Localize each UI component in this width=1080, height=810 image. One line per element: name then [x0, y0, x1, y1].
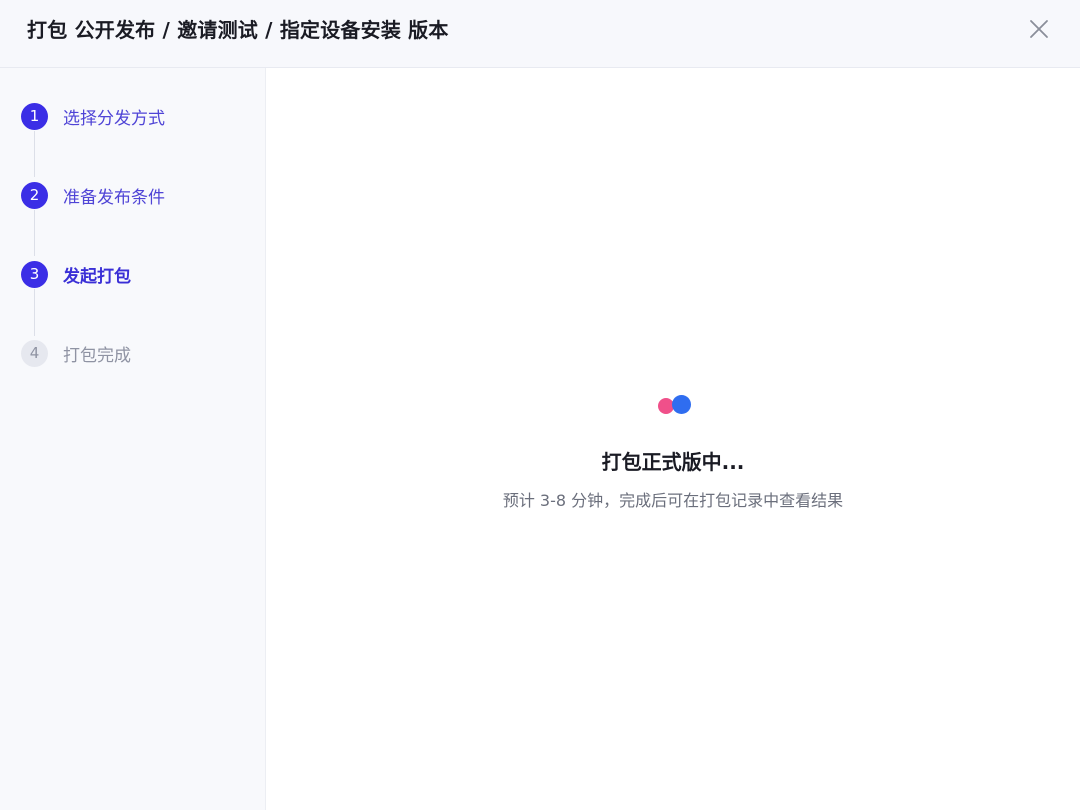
dialog-header: 打包 公开发布 / 邀请测试 / 指定设备安装 版本 [0, 0, 1080, 68]
packaging-dialog: 打包 公开发布 / 邀请测试 / 指定设备安装 版本 1 选择分发方式 2 准备… [0, 0, 1080, 810]
step-label: 选择分发方式 [63, 108, 165, 129]
dialog-title: 打包 公开发布 / 邀请测试 / 指定设备安装 版本 [27, 18, 449, 42]
close-button[interactable] [1026, 16, 1052, 42]
close-icon [1030, 20, 1048, 38]
step-number-badge: 4 [21, 339, 48, 367]
loading-dots-icon [656, 394, 696, 416]
steps-sidebar: 1 选择分发方式 2 准备发布条件 3 发起打包 4 打包完成 [0, 68, 266, 810]
step-label: 准备发布条件 [63, 187, 165, 208]
step-connector [34, 210, 35, 256]
step-item-prepare-conditions[interactable]: 2 准备发布条件 [21, 181, 165, 209]
step-label: 发起打包 [63, 266, 131, 287]
step-number-badge: 1 [21, 102, 48, 130]
step-item-select-distribution[interactable]: 1 选择分发方式 [21, 102, 165, 130]
step-connector [34, 131, 35, 177]
step-connector [34, 289, 35, 336]
step-item-start-packaging[interactable]: 3 发起打包 [21, 260, 131, 288]
main-content: 打包正式版中... 预计 3-8 分钟，完成后可在打包记录中查看结果 [266, 68, 1080, 810]
status-title: 打包正式版中... [601, 450, 745, 474]
step-item-packaging-complete: 4 打包完成 [21, 339, 131, 367]
status-subtitle: 预计 3-8 分钟，完成后可在打包记录中查看结果 [502, 491, 844, 510]
step-number-badge: 3 [21, 260, 48, 288]
loader-dot-blue [672, 395, 691, 414]
step-number-badge: 2 [21, 181, 48, 209]
step-label: 打包完成 [63, 345, 131, 366]
